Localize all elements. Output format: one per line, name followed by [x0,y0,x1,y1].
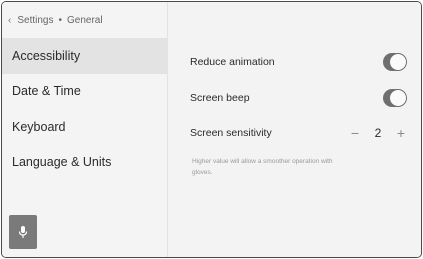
sidebar-item-date-time[interactable]: Date & Time [2,73,167,109]
reduce-animation-row: Reduce animation [190,50,407,74]
sidebar-item-label: Accessibility [12,49,81,63]
chevron-left-icon[interactable]: ‹ [8,15,11,26]
screen-beep-label: Screen beep [190,92,250,104]
breadcrumb-parent[interactable]: Settings [17,15,53,26]
breadcrumb-current: General [67,14,103,26]
sensitivity-stepper: − 2 + [349,125,407,141]
screen-beep-row: Screen beep [190,86,407,110]
decrease-button[interactable]: − [349,125,361,141]
sidebar-item-label: Date & Time [12,84,81,98]
sidebar-item-language-units[interactable]: Language & Units [2,144,167,180]
voice-button[interactable] [9,215,37,249]
sensitivity-hint: Higher value will allow a smoother opera… [192,158,333,176]
sidebar: ‹ Settings • General Accessibility Date … [2,2,168,257]
breadcrumb-separator: • [58,14,62,26]
sidebar-item-label: Language & Units [12,155,112,169]
sensitivity-value: 2 [374,126,382,140]
microphone-icon [18,226,28,238]
screen-sensitivity-label: Screen sensitivity [190,127,272,139]
screen-frame: ‹ Settings • General Accessibility Date … [1,1,422,258]
increase-button[interactable]: + [395,125,407,141]
toggle-knob [390,90,406,106]
sidebar-item-keyboard[interactable]: Keyboard [2,109,167,145]
breadcrumb[interactable]: ‹ Settings • General [8,12,103,28]
sidebar-item-label: Keyboard [12,120,66,134]
reduce-animation-label: Reduce animation [190,56,275,68]
toggle-knob [390,54,406,70]
reduce-animation-toggle[interactable] [383,53,407,71]
sidebar-item-accessibility[interactable]: Accessibility [2,38,167,74]
screen-beep-toggle[interactable] [383,89,407,107]
screen-sensitivity-row: Screen sensitivity − 2 + [190,121,407,145]
settings-panel: Reduce animation Screen beep Screen sens… [168,2,421,257]
